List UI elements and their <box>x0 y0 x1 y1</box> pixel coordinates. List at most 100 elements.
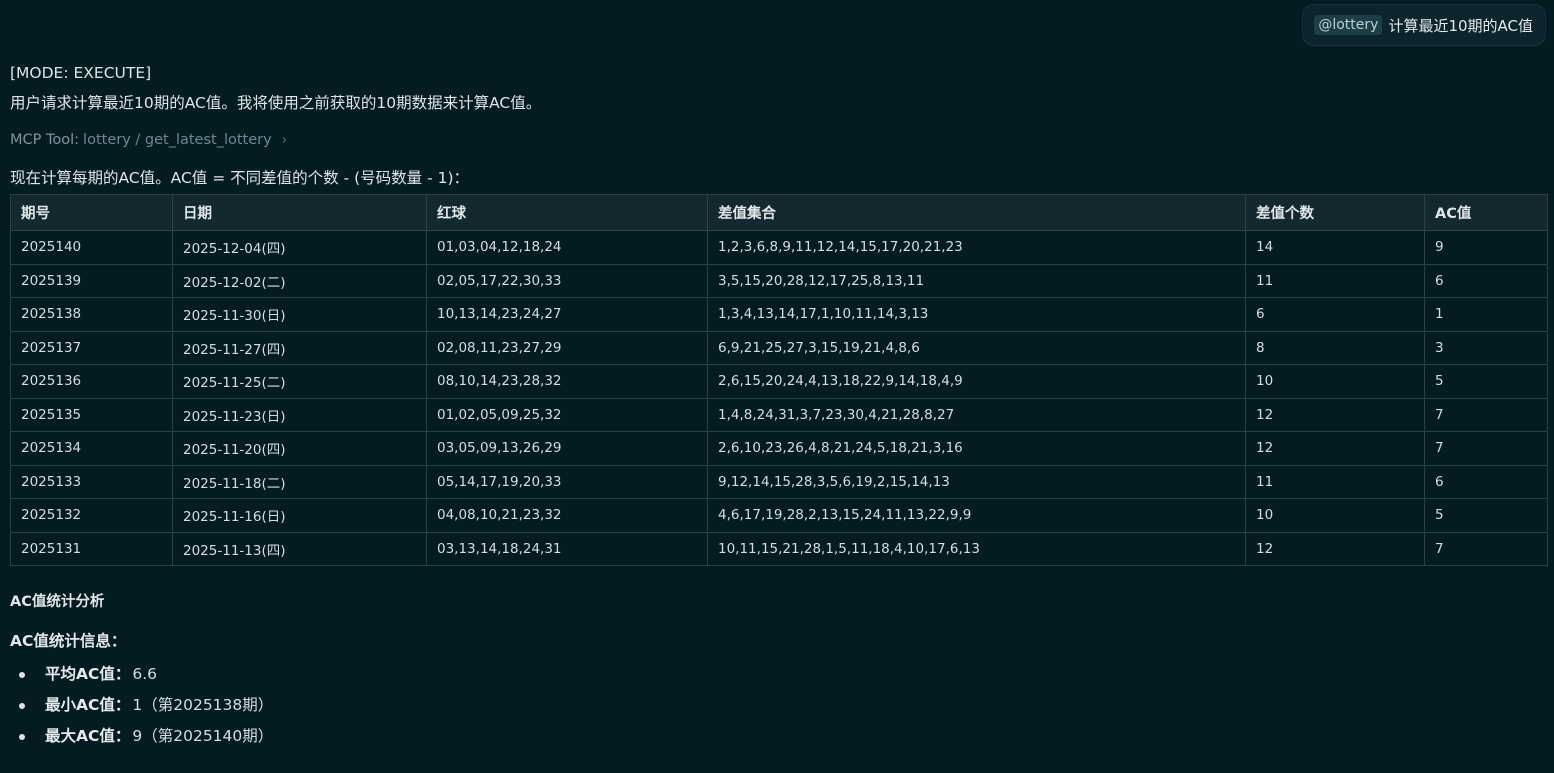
cell-diff-set: 1,2,3,6,8,9,11,12,14,15,17,20,21,23 <box>707 230 1246 265</box>
cell-issue: 2025136 <box>10 364 173 399</box>
cell-date: 2025-11-16(日) <box>172 498 427 533</box>
cell-diff-set: 4,6,17,19,28,2,13,15,24,11,13,22,9,9 <box>707 498 1246 533</box>
header-ac-value: AC值 <box>1424 194 1548 231</box>
cell-ac-value: 7 <box>1424 397 1548 432</box>
cell-diff-count: 10 <box>1245 364 1425 399</box>
table-row: 2025135 2025-11-23(日) 01,02,05,09,25,32 … <box>10 397 1548 432</box>
cell-ac-value: 5 <box>1424 364 1548 399</box>
header-diff-set: 差值集合 <box>707 194 1246 231</box>
table-row: 2025133 2025-11-18(二) 05,14,17,19,20,33 … <box>10 464 1548 499</box>
cell-date: 2025-11-18(二) <box>172 464 427 499</box>
cell-date: 2025-11-13(四) <box>172 531 427 566</box>
cell-date: 2025-11-25(二) <box>172 364 427 399</box>
table-row: 2025139 2025-12-02(二) 02,05,17,22,30,33 … <box>10 263 1548 298</box>
chevron-right-icon[interactable]: › <box>282 133 287 148</box>
cell-diff-set: 1,4,8,24,31,3,7,23,30,4,21,28,8,27 <box>707 397 1246 432</box>
user-message-text: 计算最近10期的AC值 <box>1388 16 1533 35</box>
cell-diff-set: 2,6,15,20,24,4,13,18,22,9,14,18,4,9 <box>707 364 1246 399</box>
chat-page: @lottery 计算最近10期的AC值 [MODE: EXECUTE] 用户请… <box>0 0 1554 773</box>
cell-issue: 2025139 <box>10 263 173 298</box>
cell-ac-value: 7 <box>1424 431 1548 466</box>
cell-diff-count: 12 <box>1245 397 1425 432</box>
stats-heading: AC值统计信息： <box>10 632 127 650</box>
assistant-response: [MODE: EXECUTE] 用户请求计算最近10期的AC值。我将使用之前获取… <box>10 62 1548 752</box>
cell-diff-count: 11 <box>1245 263 1425 298</box>
cell-red-balls: 03,13,14,18,24,31 <box>426 531 708 566</box>
cell-issue: 2025138 <box>10 297 173 332</box>
header-diff-count: 差值个数 <box>1245 194 1425 231</box>
bullet-icon <box>19 733 25 740</box>
cell-ac-value: 7 <box>1424 531 1548 566</box>
cell-diff-count: 12 <box>1245 531 1425 566</box>
list-item: 平均AC值： 6.6 <box>10 659 1547 690</box>
list-item: 最大AC值： 9（第2025140期） <box>10 721 1547 752</box>
cell-issue: 2025132 <box>10 498 173 533</box>
cell-issue: 2025135 <box>10 397 173 432</box>
header-date: 日期 <box>172 194 427 231</box>
cell-ac-value: 6 <box>1424 263 1548 298</box>
cell-diff-count: 12 <box>1245 431 1425 466</box>
table-row: 2025140 2025-12-04(四) 01,03,04,12,18,24 … <box>10 230 1548 265</box>
cell-date: 2025-12-02(二) <box>172 263 427 298</box>
ac-value-table: 期号 日期 红球 差值集合 差值个数 AC值 2025140 2025-12-0… <box>10 194 1548 566</box>
cell-ac-value: 5 <box>1424 498 1548 533</box>
cell-diff-count: 8 <box>1245 330 1425 365</box>
cell-date: 2025-11-23(日) <box>172 397 427 432</box>
header-red-balls: 红球 <box>426 194 708 231</box>
cell-red-balls: 08,10,14,23,28,32 <box>426 364 708 399</box>
header-issue: 期号 <box>10 194 173 231</box>
list-item: 最小AC值： 1（第2025138期） <box>10 690 1547 721</box>
cell-diff-set: 3,5,15,20,28,12,17,25,8,13,11 <box>707 263 1246 298</box>
table-row: 2025136 2025-11-25(二) 08,10,14,23,28,32 … <box>10 364 1548 399</box>
mention-tag[interactable]: @lottery <box>1314 15 1383 35</box>
cell-diff-set: 2,6,10,23,26,4,8,21,24,5,18,21,3,16 <box>707 431 1246 466</box>
table-row: 2025132 2025-11-16(日) 04,08,10,21,23,32 … <box>10 498 1548 533</box>
cell-diff-set: 1,3,4,13,14,17,1,10,11,14,3,13 <box>707 297 1246 332</box>
bullet-icon <box>19 671 25 678</box>
cell-ac-value: 3 <box>1424 330 1548 365</box>
mcp-tool-call[interactable]: MCP Tool: lottery / get_latest_lottery › <box>10 130 1547 150</box>
cell-issue: 2025140 <box>10 230 173 265</box>
table-header-row: 期号 日期 红球 差值集合 差值个数 AC值 <box>10 194 1548 231</box>
table-row: 2025137 2025-11-27(四) 02,08,11,23,27,29 … <box>10 330 1548 365</box>
cell-ac-value: 1 <box>1424 297 1548 332</box>
cell-issue: 2025131 <box>10 531 173 566</box>
intro-text: 用户请求计算最近10期的AC值。我将使用之前获取的10期数据来计算AC值。 <box>10 94 542 112</box>
user-message-bubble: @lottery 计算最近10期的AC值 <box>1302 4 1546 46</box>
cell-red-balls: 03,05,09,13,26,29 <box>426 431 708 466</box>
stat-value: 1（第2025138期） <box>132 696 274 714</box>
stats-list: 平均AC值： 6.6 最小AC值： 1（第2025138期） 最大AC值： 9（… <box>10 659 1547 752</box>
stat-label: 最大AC值： <box>45 727 131 745</box>
cell-issue: 2025137 <box>10 330 173 365</box>
stat-label: 平均AC值： <box>45 665 131 683</box>
stat-value: 6.6 <box>132 665 158 683</box>
cell-red-balls: 10,13,14,23,24,27 <box>426 297 708 332</box>
stat-label: 最小AC值： <box>45 696 131 714</box>
cell-diff-count: 11 <box>1245 464 1425 499</box>
table-row: 2025134 2025-11-20(四) 03,05,09,13,26,29 … <box>10 431 1548 466</box>
cell-date: 2025-11-27(四) <box>172 330 427 365</box>
cell-diff-count: 14 <box>1245 230 1425 265</box>
analysis-heading: AC值统计分析 <box>10 594 105 610</box>
stat-value: 9（第2025140期） <box>132 727 274 745</box>
cell-date: 2025-11-20(四) <box>172 431 427 466</box>
formula-text: 现在计算每期的AC值。AC值 = 不同差值的个数 - (号码数量 - 1)： <box>10 169 469 187</box>
cell-ac-value: 6 <box>1424 464 1548 499</box>
cell-red-balls: 01,03,04,12,18,24 <box>426 230 708 265</box>
table-row: 2025138 2025-11-30(日) 10,13,14,23,24,27 … <box>10 297 1548 332</box>
cell-red-balls: 04,08,10,21,23,32 <box>426 498 708 533</box>
cell-ac-value: 9 <box>1424 230 1548 265</box>
cell-issue: 2025134 <box>10 431 173 466</box>
cell-red-balls: 05,14,17,19,20,33 <box>426 464 708 499</box>
cell-diff-set: 10,11,15,21,28,1,5,11,18,4,10,17,6,13 <box>707 531 1246 566</box>
cell-date: 2025-11-30(日) <box>172 297 427 332</box>
cell-diff-set: 6,9,21,25,27,3,15,19,21,4,8,6 <box>707 330 1246 365</box>
tool-label: MCP Tool: <box>10 132 80 148</box>
bullet-icon <box>19 702 25 709</box>
cell-red-balls: 01,02,05,09,25,32 <box>426 397 708 432</box>
cell-diff-set: 9,12,14,15,28,3,5,6,19,2,15,14,13 <box>707 464 1246 499</box>
table-row: 2025131 2025-11-13(四) 03,13,14,18,24,31 … <box>10 531 1548 566</box>
cell-red-balls: 02,08,11,23,27,29 <box>426 330 708 365</box>
mode-indicator: [MODE: EXECUTE] <box>10 64 152 82</box>
cell-red-balls: 02,05,17,22,30,33 <box>426 263 708 298</box>
